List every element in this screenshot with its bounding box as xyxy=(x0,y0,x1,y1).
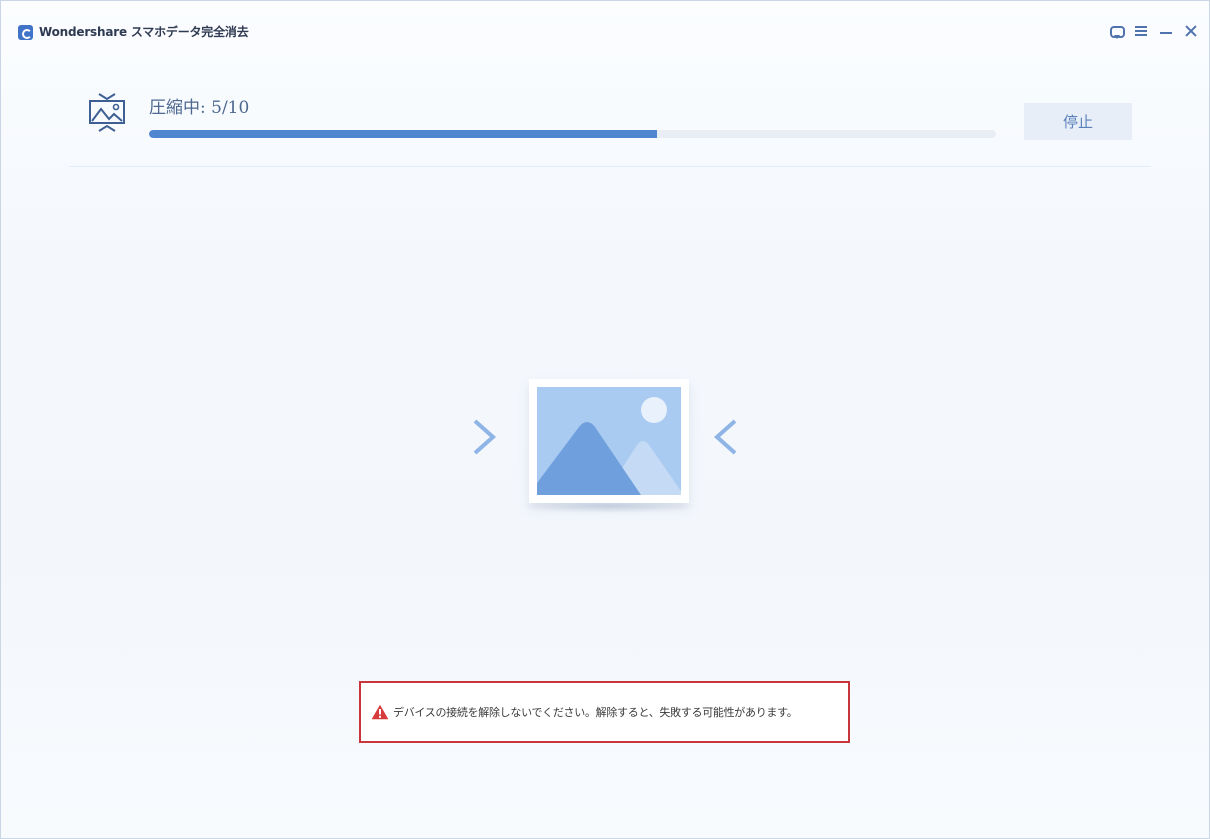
app-title: Wondershare スマホデータ完全消去 xyxy=(39,25,249,39)
app-logo-icon xyxy=(18,25,33,40)
title-bar: Wondershare スマホデータ完全消去 xyxy=(1,1,1209,55)
warning-triangle-icon xyxy=(371,704,389,720)
feedback-icon[interactable] xyxy=(1108,23,1125,39)
progress-bar-fill xyxy=(149,130,658,138)
warning-text: デバイスの接続を解除しないでください。解除すると、失敗する可能性があります。 xyxy=(393,706,798,719)
progress-bar xyxy=(149,130,996,138)
compress-illustration xyxy=(411,371,801,531)
stop-button[interactable]: 停止 xyxy=(1024,103,1132,140)
warning-message: デバイスの接続を解除しないでください。解除すると、失敗する可能性があります。 xyxy=(359,681,850,743)
window-controls xyxy=(1108,21,1199,41)
menu-icon[interactable] xyxy=(1133,23,1149,39)
photo-thumbnail-icon xyxy=(529,379,689,503)
arrow-right-icon xyxy=(419,419,497,455)
app-window: Wondershare スマホデータ完全消去 圧縮中: 5/10 停止 デバイス… xyxy=(0,0,1210,839)
arrow-left-icon xyxy=(713,419,791,455)
progress-header: 圧縮中: 5/10 停止 xyxy=(69,81,1151,167)
progress-label: 圧縮中: 5/10 xyxy=(149,98,250,118)
photo-compress-icon xyxy=(89,93,125,132)
close-icon[interactable] xyxy=(1183,23,1199,39)
minimize-icon[interactable] xyxy=(1158,23,1174,39)
